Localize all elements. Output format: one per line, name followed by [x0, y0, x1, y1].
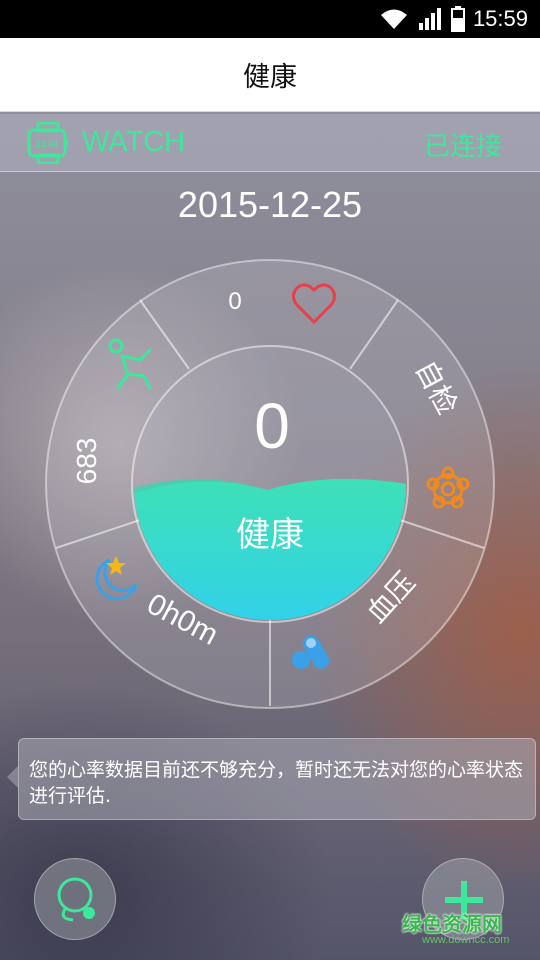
user-icon: [57, 877, 95, 922]
tip-text: 您的心率数据目前还不够充分，暂时还无法对您的心率状态进行评估.: [29, 759, 524, 807]
heart-rate-value: 0: [228, 288, 241, 315]
center-label: 健康: [236, 515, 304, 555]
heart-rate-tip: 您的心率数据目前还不够充分，暂时还无法对您的心率状态进行评估.: [7, 738, 536, 820]
watermark-url: www.downcc.com: [422, 934, 510, 946]
center-value: 0: [254, 390, 290, 462]
profile-button[interactable]: [34, 858, 116, 940]
steps-value: 683: [71, 438, 102, 485]
watermark-logo: 绿色资源网: [402, 912, 502, 936]
